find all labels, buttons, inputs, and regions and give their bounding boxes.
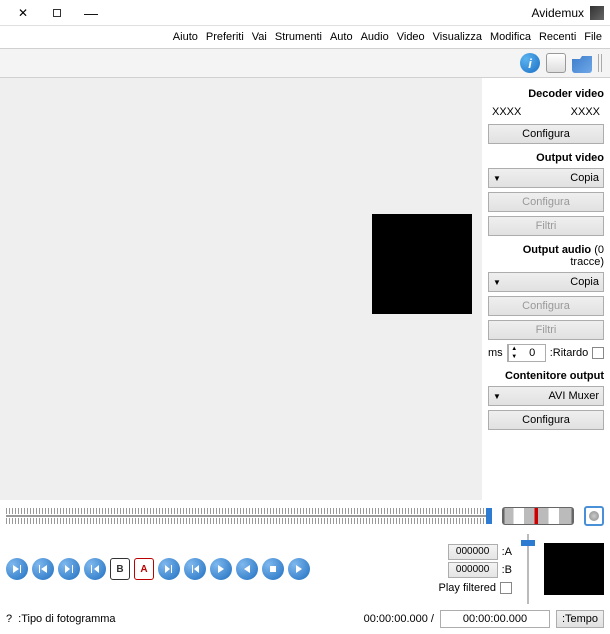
- play-filtered-label: Play filtered: [439, 582, 496, 594]
- decoder-values: XXXX XXXX: [488, 104, 604, 120]
- toolbar: i: [0, 48, 610, 78]
- frame-type-value: ?: [6, 613, 12, 625]
- video-canvas: [0, 78, 482, 500]
- container-label: Contenitore output: [488, 370, 604, 382]
- marker-a-value[interactable]: 000000: [448, 544, 498, 560]
- decoder-label: Decoder video: [488, 88, 604, 100]
- time-value[interactable]: 00:00:00.000: [440, 610, 550, 628]
- menu-edit[interactable]: Modifica: [490, 31, 531, 43]
- timeline-handle[interactable]: [486, 508, 492, 524]
- video-filters-button[interactable]: Filtri: [488, 216, 604, 236]
- audio-configure-button[interactable]: Configura: [488, 296, 604, 316]
- menu-help[interactable]: Aiuto: [173, 31, 198, 43]
- timeline[interactable]: [6, 508, 492, 524]
- menu-auto[interactable]: Auto: [330, 31, 353, 43]
- chevron-down-icon: ▼: [493, 392, 501, 401]
- audio-codec-combo[interactable]: Copia ▼: [488, 272, 604, 292]
- toolbar-grip: [598, 54, 604, 72]
- app-icon: [590, 6, 604, 20]
- audio-delay-row: Ritardo: 0 ▲▼ ms: [488, 344, 604, 362]
- title-bar: Avidemux — ✕: [0, 0, 610, 26]
- minimize-button[interactable]: —: [74, 2, 108, 24]
- menu-view[interactable]: Visualizza: [433, 31, 482, 43]
- timeline-row: [6, 506, 604, 526]
- window-title: Avidemux: [532, 6, 584, 20]
- timeline-track: [6, 515, 492, 517]
- container-combo[interactable]: AVI Muxer ▼: [488, 386, 604, 406]
- transport-controls: A B: [6, 558, 433, 580]
- sidebar: Decoder video XXXX XXXX Configura Output…: [482, 78, 610, 500]
- video-output-label: Output video: [488, 152, 604, 164]
- next-frame-button[interactable]: [210, 558, 232, 580]
- volume-slider[interactable]: [518, 534, 538, 604]
- bottom-panel: A: 000000 B: 000000 Play filtered A B: [0, 500, 610, 634]
- goto-marker-b-button[interactable]: [58, 558, 80, 580]
- video-codec-combo[interactable]: Copia ▼: [488, 168, 604, 188]
- container-value: AVI Muxer: [548, 390, 599, 402]
- maximize-button[interactable]: [40, 2, 74, 24]
- close-button[interactable]: ✕: [6, 2, 40, 24]
- menu-file[interactable]: File: [584, 31, 602, 43]
- marker-a-label: A:: [502, 546, 512, 558]
- delay-unit: ms: [488, 347, 503, 359]
- decoder-right: XXXX: [492, 106, 521, 118]
- timeline-ticks: [6, 518, 492, 524]
- status-row: Tempo: 00:00:00.000 / 00:00:00.000 Tipo …: [6, 610, 604, 628]
- menu-favorites[interactable]: Preferiti: [206, 31, 244, 43]
- blank-doc-icon[interactable]: [546, 53, 566, 73]
- audio-codec-value: Copia: [570, 276, 599, 288]
- prev-keyframe-button[interactable]: [184, 558, 206, 580]
- delay-label: Ritardo:: [550, 347, 589, 359]
- marker-b-value[interactable]: 000000: [448, 562, 498, 578]
- video-configure-button[interactable]: Configura: [488, 192, 604, 212]
- controls-row: A: 000000 B: 000000 Play filtered A B: [6, 534, 604, 604]
- spin-up-icon[interactable]: ▲: [508, 345, 520, 353]
- decoder-configure-button[interactable]: Configura: [488, 124, 604, 144]
- menu-tools[interactable]: Strumenti: [275, 31, 322, 43]
- slider-handle[interactable]: [521, 540, 535, 546]
- goto-end-button[interactable]: [6, 558, 28, 580]
- spin-down-icon[interactable]: ▼: [508, 353, 520, 361]
- menu-video[interactable]: Video: [397, 31, 425, 43]
- play-button[interactable]: [288, 558, 310, 580]
- video-preview: [372, 214, 472, 314]
- container-configure-button[interactable]: Configura: [488, 410, 604, 430]
- goto-start-button[interactable]: [32, 558, 54, 580]
- decoder-left: XXXX: [571, 106, 600, 118]
- stop-button[interactable]: [262, 558, 284, 580]
- play-filtered-checkbox[interactable]: [500, 582, 512, 594]
- marker-group: A: 000000 B: 000000 Play filtered: [439, 544, 512, 594]
- info-icon[interactable]: i: [520, 53, 540, 73]
- next-keyframe-button[interactable]: [158, 558, 180, 580]
- audio-output-label: Output audio (0 tracce): [488, 244, 604, 268]
- menu-go[interactable]: Vai: [252, 31, 267, 43]
- set-marker-a-button[interactable]: A: [134, 558, 154, 580]
- main-area: Decoder video XXXX XXXX Configura Output…: [0, 78, 610, 500]
- audio-filters-button[interactable]: Filtri: [488, 320, 604, 340]
- chevron-down-icon: ▼: [493, 278, 501, 287]
- prev-frame-button[interactable]: [236, 558, 258, 580]
- scrub-wheel[interactable]: [502, 507, 574, 525]
- jog-knob[interactable]: [584, 506, 604, 526]
- time-total: / 00:00:00.000: [364, 613, 434, 625]
- goto-marker-a-button[interactable]: [84, 558, 106, 580]
- delay-checkbox[interactable]: [592, 347, 604, 359]
- timeline-ticks: [6, 508, 492, 514]
- chevron-down-icon: ▼: [493, 174, 501, 183]
- set-marker-b-button[interactable]: B: [110, 558, 130, 580]
- menu-bar: File Recenti Modifica Visualizza Video A…: [0, 26, 610, 48]
- open-file-icon[interactable]: [572, 53, 592, 73]
- frame-type-label: Tipo di fotogramma:: [18, 613, 115, 625]
- time-label: Tempo:: [556, 610, 604, 628]
- menu-audio[interactable]: Audio: [361, 31, 389, 43]
- delay-value: 0: [520, 345, 545, 361]
- knob-dot-icon: [589, 511, 599, 521]
- thumbnail-preview: [544, 543, 604, 595]
- delay-spinner[interactable]: 0 ▲▼: [507, 344, 546, 362]
- marker-b-label: B:: [502, 564, 512, 576]
- menu-recent[interactable]: Recenti: [539, 31, 576, 43]
- video-codec-value: Copia: [570, 172, 599, 184]
